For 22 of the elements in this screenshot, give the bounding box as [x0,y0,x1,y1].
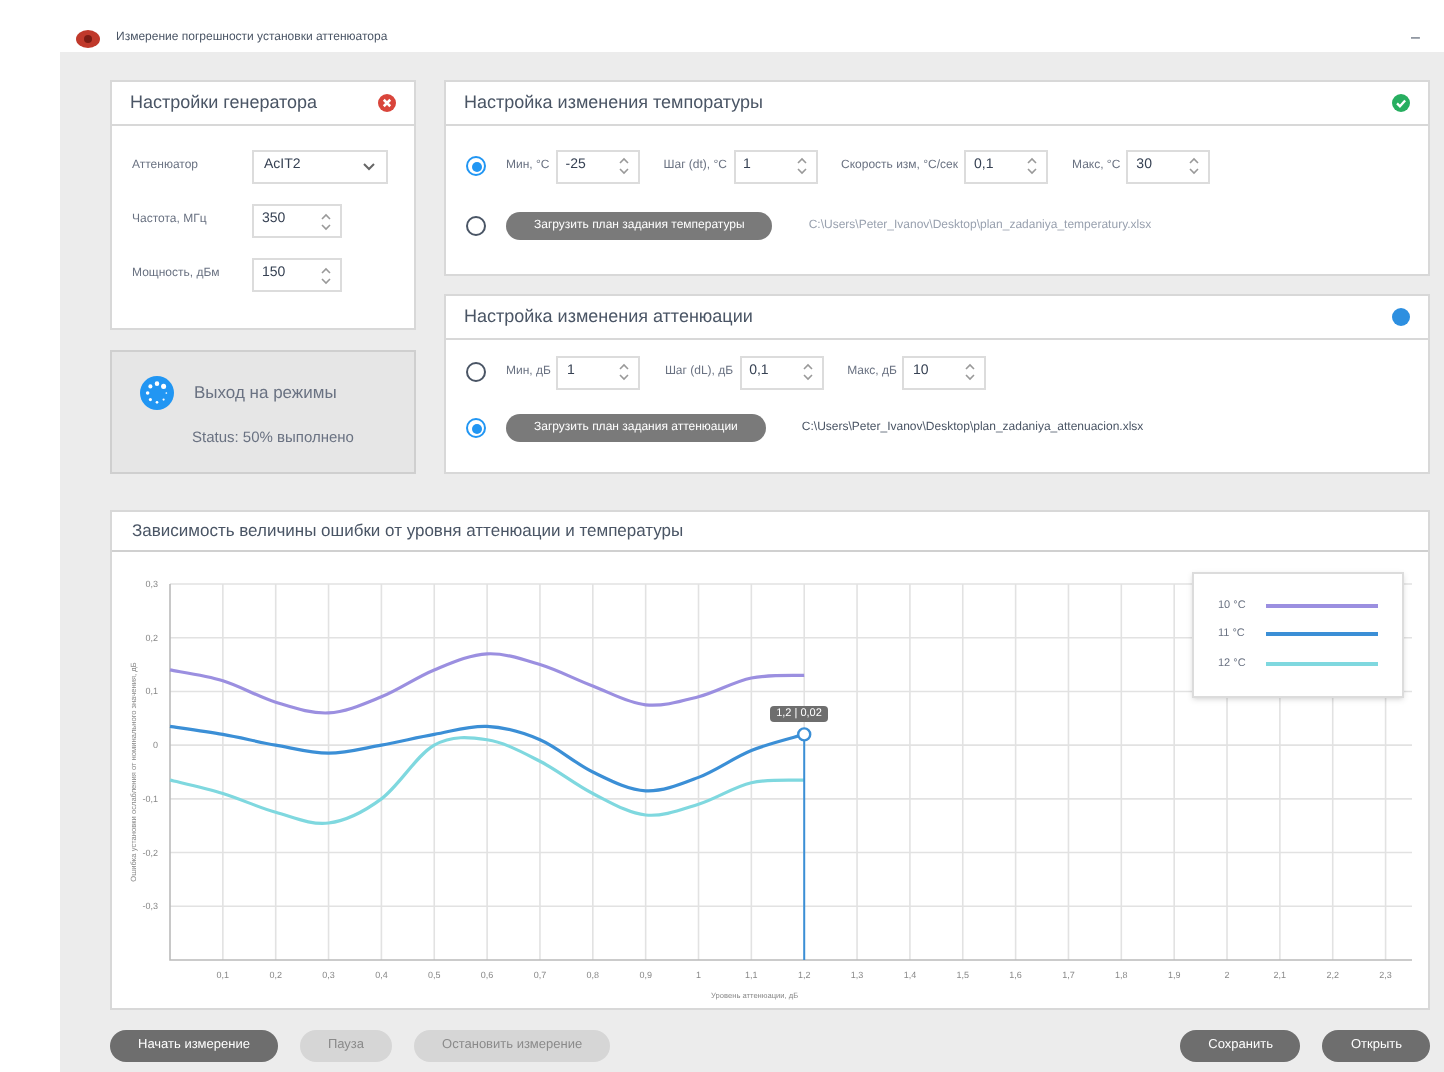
panel-title: Настройка изменения темпоратуры [464,89,764,116]
stepper-arrows-icon[interactable] [320,265,332,285]
minimize-button[interactable]: – [1403,26,1428,50]
progress-title: Выход на режимы [194,380,337,406]
radio-button[interactable] [466,156,486,176]
stepper-arrows-icon[interactable] [795,156,807,176]
radio-button[interactable] [466,418,486,438]
stepper-arrows-icon[interactable] [1188,156,1201,176]
radio-button[interactable] [466,216,486,236]
stepper-arrows-icon[interactable] [618,362,631,382]
stepper-arrows-icon[interactable] [617,156,630,176]
stepper-arrows-icon[interactable] [1026,156,1038,176]
chart-title: Зависимость величины ошибки от уровня аттенюации и температуры [132,518,684,544]
stepper-arrows-icon[interactable] [964,362,977,382]
stepper-arrows-icon[interactable] [801,362,814,382]
chevron-down-icon[interactable] [362,162,376,172]
spinner-icon [140,375,174,410]
panel-title: Настройка изменения аттенюации [464,303,753,330]
app-logo-icon [76,29,100,47]
stepper-arrows-icon[interactable] [320,211,332,231]
panel-title: Настройки генератора [130,89,318,116]
radio-button[interactable] [466,362,486,382]
